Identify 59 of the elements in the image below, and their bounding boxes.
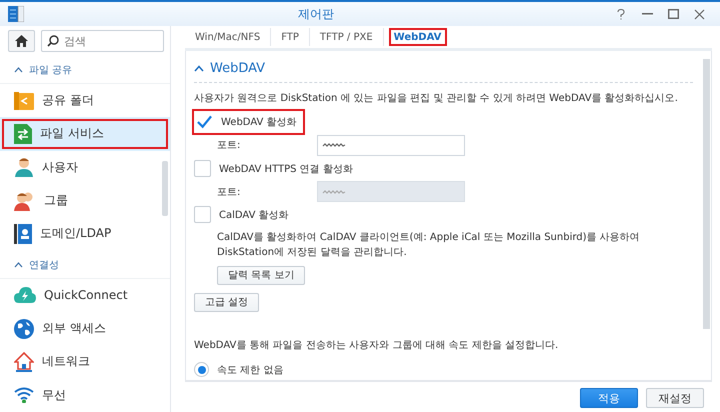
house-icon <box>14 352 34 372</box>
sidebar-item[interactable]: 공유 폴더 <box>0 84 170 118</box>
scrollbar[interactable] <box>162 161 168 216</box>
sidebar-item[interactable]: 외부 액세스 <box>0 312 170 346</box>
collapse-icon[interactable] <box>14 262 23 268</box>
collapse-icon[interactable] <box>194 65 204 72</box>
calendar-list-button[interactable]: 달력 목록 보기 <box>217 266 306 285</box>
window-title: 제어판 <box>297 6 335 22</box>
home-button[interactable] <box>8 30 35 52</box>
tab[interactable]: FTP <box>271 28 310 46</box>
minimize-icon <box>642 13 652 15</box>
caldav-note: CalDAV를 활성화하여 CalDAV 클라이언트(예: Apple iCal 또는 Mozilla Sunbird)를 사용하여 DiskStation에 저장된 달력을 관리합니다. <box>216 231 641 260</box>
checkbox-label: WebDAV HTTPS 연결 활성화 <box>219 162 353 176</box>
sidebar-section-title: 연결성 <box>29 258 59 272</box>
blurred-value-drawing <box>322 188 346 195</box>
globe-icon <box>14 318 34 339</box>
tab[interactable]: WebDAV <box>390 29 446 45</box>
checkbox[interactable] <box>194 160 211 178</box>
cloud-bolt-icon <box>14 286 36 304</box>
app-icon <box>8 6 24 22</box>
checkbox-label: CalDAV 활성화 <box>219 208 289 222</box>
sidebar-item[interactable]: 도메인/LDAP <box>0 217 170 251</box>
advanced-settings-button[interactable]: 고급 설정 <box>194 292 260 312</box>
reset-button[interactable]: 재설정 <box>646 388 704 408</box>
port-label: 포트: <box>217 186 242 199</box>
scrollbar[interactable] <box>703 59 710 329</box>
sidebar-item[interactable]: 사용자 <box>0 150 170 184</box>
sidebar-item[interactable]: QuickConnect <box>0 278 170 312</box>
wifi-icon <box>14 387 34 404</box>
checkbox-label: WebDAV 활성화 <box>221 116 297 130</box>
tab[interactable]: TFTP / PXE <box>310 28 384 46</box>
apply-button[interactable]: 적용 <box>580 388 638 408</box>
collapse-icon[interactable] <box>14 67 23 73</box>
person-icon <box>14 157 34 178</box>
search-field[interactable]: 검색 <box>41 30 164 52</box>
close-icon <box>694 8 704 20</box>
port-label: 포트: <box>217 139 242 152</box>
file-arrows-icon <box>14 124 32 144</box>
section-title: WebDAV <box>210 61 266 76</box>
folder-icon <box>14 92 34 110</box>
description-text: 사용자가 원격으로 DiskStation 에 있는 파일을 편집 및 관리할 수 있게 하려면 WebDAV를 활성화하십시오. <box>194 92 679 105</box>
speed-limit-text: WebDAV를 통해 파일을 전송하는 사용자와 그룹에 대해 속도 제한을 설정합니다. <box>194 338 560 352</box>
home-icon <box>15 35 28 47</box>
help-icon <box>617 8 625 20</box>
port-field[interactable] <box>317 134 465 156</box>
sidebar-item[interactable]: 네트워크 <box>0 345 170 379</box>
radio-label: 속도 제한 없음 <box>217 364 284 377</box>
search-icon <box>47 35 59 47</box>
tab[interactable]: Win/Mac/NFS <box>185 28 272 46</box>
contact-book-icon <box>14 224 32 244</box>
checkbox[interactable] <box>194 206 211 224</box>
sidebar-item[interactable]: 그룹 <box>0 184 170 218</box>
sidebar-item[interactable]: 파일 서비스 <box>0 117 170 151</box>
checkbox[interactable] <box>196 114 213 131</box>
radio-button[interactable] <box>194 362 209 378</box>
maximize-icon <box>668 9 678 19</box>
sidebar-section-title: 파일 공유 <box>29 64 72 77</box>
blurred-value-drawing <box>322 142 346 148</box>
sidebar-item[interactable]: 무선 <box>0 378 170 412</box>
